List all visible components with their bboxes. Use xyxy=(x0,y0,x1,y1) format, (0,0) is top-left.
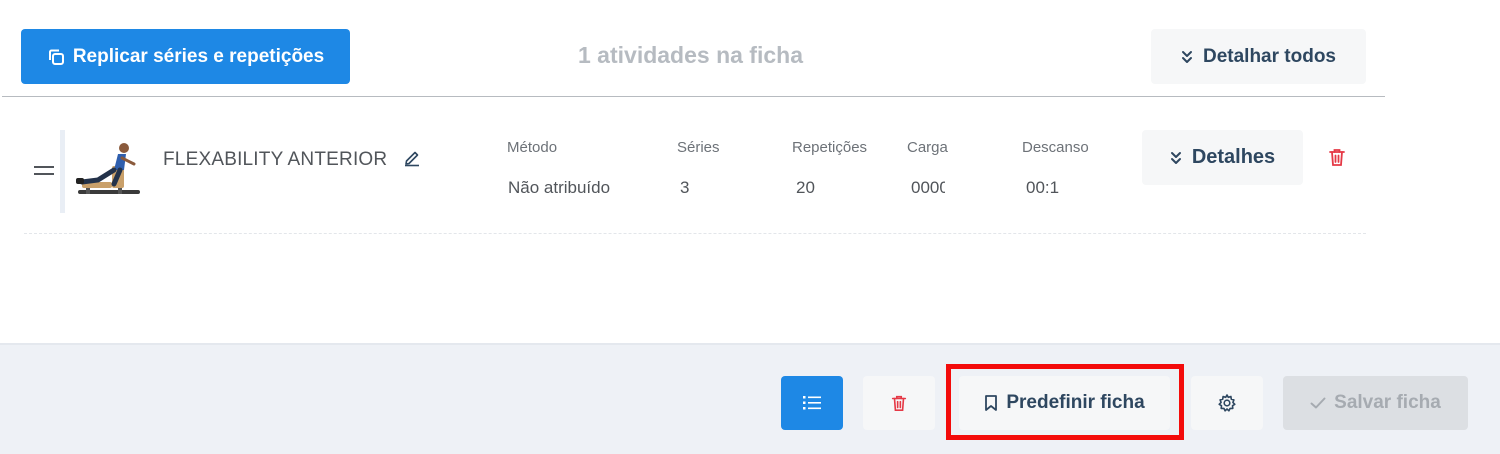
list-view-button[interactable] xyxy=(781,376,843,430)
exercise-thumbnail xyxy=(74,140,144,202)
footer-bar xyxy=(0,343,1500,454)
salvar-ficha-button[interactable]: Salvar ficha xyxy=(1283,376,1468,430)
detalhes-label: Detalhes xyxy=(1191,146,1276,168)
col-value-carga[interactable]: 0000 xyxy=(911,178,945,198)
col-header-series: Séries xyxy=(677,139,720,156)
gear-icon xyxy=(1217,393,1237,413)
settings-button[interactable] xyxy=(1191,376,1263,430)
row-divider xyxy=(24,233,1366,234)
drag-handle-icon[interactable] xyxy=(34,164,54,178)
detalhar-todos-label: Detalhar todos xyxy=(1202,45,1337,67)
col-value-repeticoes[interactable]: 20 xyxy=(796,178,815,198)
copy-icon xyxy=(47,48,65,66)
toolbar-divider xyxy=(2,96,1385,97)
trash-icon[interactable] xyxy=(1327,147,1347,167)
col-value-metodo: Não atribuído xyxy=(508,178,611,197)
activity-name: FLEXABILITY ANTERIOR xyxy=(163,149,388,170)
delete-ficha-button[interactable] xyxy=(863,376,935,430)
col-header-metodo: Método xyxy=(507,139,558,156)
trash-icon xyxy=(890,393,908,413)
predefinir-ficha-label: Predefinir ficha xyxy=(1006,392,1145,413)
detalhes-button[interactable]: Detalhes xyxy=(1142,130,1303,185)
col-header-carga: Carga xyxy=(907,139,948,156)
col-value-series[interactable]: 3 xyxy=(680,178,689,198)
row-indicator-bar xyxy=(60,130,65,213)
replicar-series-label: Replicar séries e repetições xyxy=(72,45,325,67)
bookmark-icon xyxy=(984,394,998,412)
activities-count: 1 atividades na ficha xyxy=(578,42,803,68)
list-icon xyxy=(803,396,821,410)
col-value-descanso[interactable]: 00:1 xyxy=(1026,178,1059,198)
chevrons-down-icon xyxy=(1181,50,1193,64)
chevrons-down-icon xyxy=(1170,151,1182,165)
edit-pencil-icon[interactable] xyxy=(403,149,421,167)
detalhar-todos-button[interactable]: Detalhar todos xyxy=(1151,29,1366,84)
predefinir-ficha-button[interactable]: Predefinir ficha xyxy=(959,376,1170,430)
col-header-repeticoes: Repetições xyxy=(792,139,868,156)
replicar-series-button[interactable]: Replicar séries e repetições xyxy=(21,29,350,84)
check-icon xyxy=(1310,397,1326,409)
col-header-descanso: Descanso xyxy=(1022,139,1089,156)
salvar-ficha-label: Salvar ficha xyxy=(1334,392,1441,413)
